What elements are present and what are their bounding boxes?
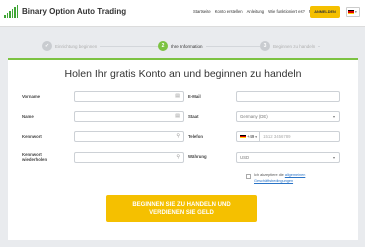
currency-label: Währung [188,154,207,159]
submit-button[interactable]: BEGINNEN SIE ZU HANDELN UND VERDIENEN SI… [106,195,257,222]
terms-prefix: Ich akzeptiere die [254,173,284,177]
step-3-number: 3 [260,41,270,51]
nav-item-create-account[interactable]: Konto erstellen [215,9,243,14]
email-label: E-Mail [188,94,201,99]
first-name-label: Vorname [22,94,41,99]
site-header: Binary Option Auto Trading Startseite Ko… [0,0,365,27]
nav-item-guide[interactable]: Anleitung [247,9,264,14]
step-2-number: 2 [158,41,168,51]
country-value: Germany (DE) [240,114,268,119]
password-input[interactable]: ⚲ [74,131,184,142]
step-2: 2 Ihre Information [158,41,206,51]
logo-chart-icon [4,5,19,18]
last-name-input[interactable]: ▤ [74,111,184,122]
password-confirm-label: Kennwort wiederholen [22,152,48,162]
nav-item-home[interactable]: Startseite [193,9,211,14]
main-nav: Startseite Konto erstellen Anleitung Wie… [193,9,321,14]
terms-checkbox[interactable] [246,174,251,179]
nav-item-how-it-works[interactable]: Wie funktioniert es? [268,9,305,14]
key-icon: ⚲ [176,133,180,139]
currency-select[interactable]: USD ▾ [236,152,340,163]
language-selector[interactable]: ▾ [346,7,360,17]
german-flag-icon [240,134,246,139]
progress-steps: ✓ Einrichtung beginnen 2 Ihre Informatio… [0,36,365,56]
terms-consent: Ich akzeptiere die allgemeinen Geschäfts… [246,173,326,184]
phone-input[interactable]: +49 ▾ 1512 3456789 [236,131,340,142]
password-confirm-input[interactable]: ⚲ [74,152,184,163]
terms-text: Ich akzeptiere die allgemeinen Geschäfts… [254,173,326,184]
country-label: Staat [188,114,199,119]
step-3: 3 Beginnen zu handeln [260,41,319,51]
currency-value: USD [240,155,250,160]
phone-label: Telefon [188,134,203,139]
step-1-label: Einrichtung beginnen [55,43,98,49]
phone-country-code[interactable]: +49 ▾ [240,132,261,141]
chevron-down-icon: ▾ [255,134,258,139]
step-3-label: Beginnen zu handeln [273,43,316,49]
registration-form: Holen Ihr gratis Konto an und beginnen z… [8,58,358,240]
first-name-input[interactable]: ▤ [74,91,184,102]
password-label: Kennwort [22,134,42,139]
phone-placeholder: 1512 3456789 [263,134,291,139]
chevron-down-icon: ▾ [332,155,335,160]
chevron-down-icon: ▾ [332,114,335,119]
email-input[interactable] [236,91,340,102]
logo[interactable]: Binary Option Auto Trading [4,5,126,18]
logo-text: Binary Option Auto Trading [22,7,127,16]
page: Binary Option Auto Trading Startseite Ko… [0,0,365,247]
id-card-icon: ▤ [175,93,180,99]
login-button[interactable]: ANMELDEN [310,6,340,18]
id-card-icon: ▤ [175,113,180,119]
german-flag-icon [348,10,354,14]
step-2-label: Ihre Information [171,43,203,49]
chevron-down-icon: ▾ [355,10,357,14]
phone-prefix-value: +49 [247,134,255,139]
step-1: ✓ Einrichtung beginnen [42,41,101,51]
last-name-label: Name [22,114,34,119]
check-icon: ✓ [42,41,52,51]
form-title: Holen Ihr gratis Konto an und beginnen z… [64,68,302,80]
country-select[interactable]: Germany (DE) ▾ [236,111,340,122]
key-icon: ⚲ [176,154,180,160]
